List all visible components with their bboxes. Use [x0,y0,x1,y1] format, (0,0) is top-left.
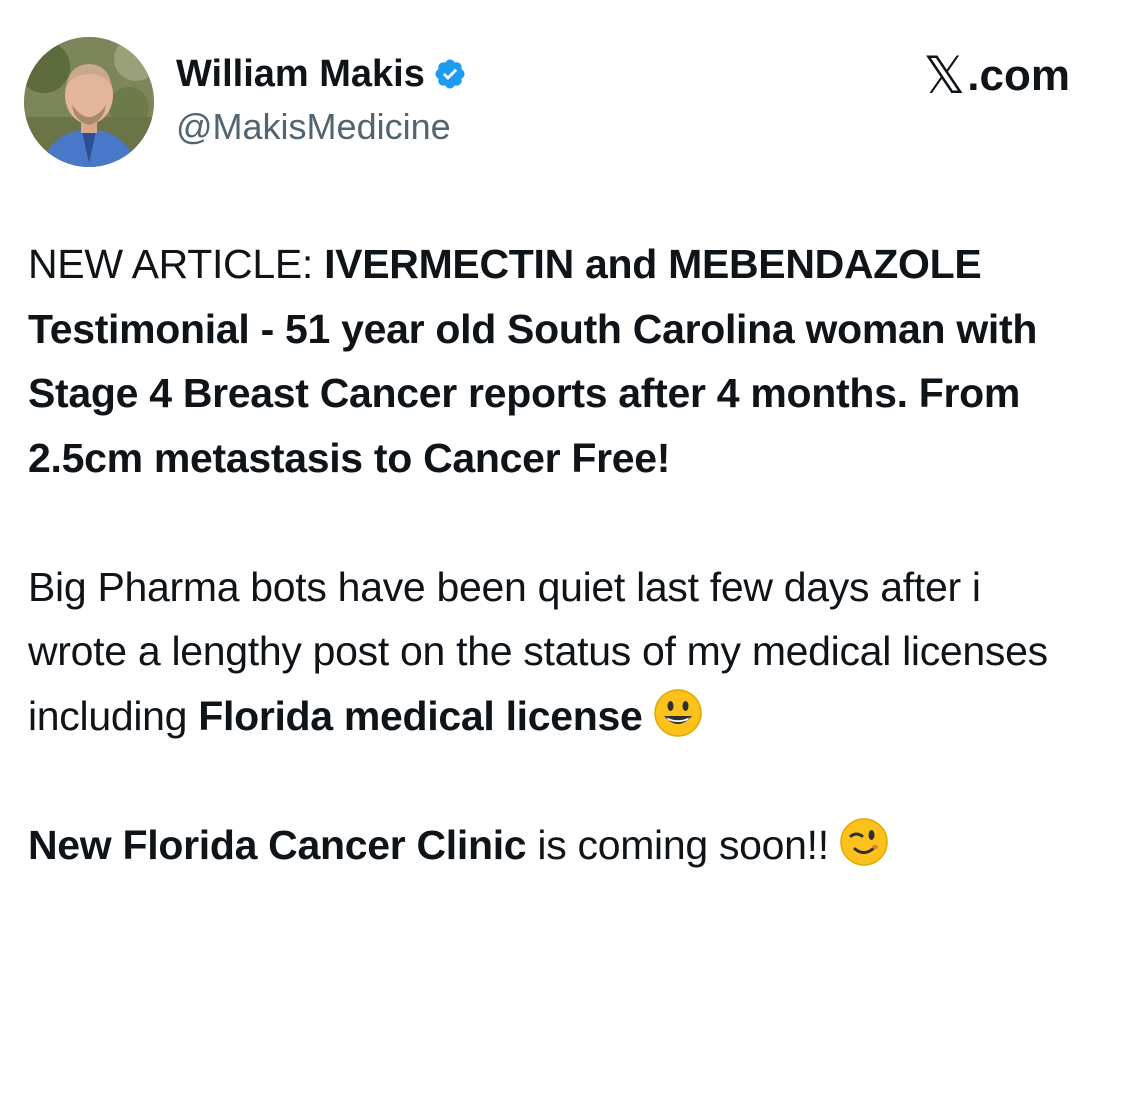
post-body: NEW ARTICLE: IVERMECTIN and MEBENDAZOLE … [28,232,1088,877]
site-logo-text: .com [967,51,1070,100]
paragraph-2-bold: Florida medical license [198,692,643,739]
author-handle[interactable]: @MakisMedicine [176,105,451,149]
paragraph-3-text: is coming soon!! [526,821,829,868]
smiley-face-icon [653,688,703,738]
author-name[interactable]: William Makis [176,52,425,96]
post-paragraph-2: Big Pharma bots have been quiet last few… [28,555,1088,749]
avatar[interactable] [24,37,154,167]
article-lead: NEW ARTICLE: [28,241,325,287]
paragraph-3-bold: New Florida Cancer Clinic [28,821,527,868]
post-paragraph-1: NEW ARTICLE: IVERMECTIN and MEBENDAZOLE … [28,232,1088,490]
avatar-photo [24,37,154,167]
verified-badge-icon [433,57,467,91]
author-row: William Makis [176,52,467,96]
winking-face-icon [839,817,889,867]
site-logo: 𝕏 .com [923,47,1070,105]
x-logo-icon: 𝕏 [923,47,966,105]
post-header: William Makis @MakisMedicine 𝕏 .com [0,0,1125,180]
post-paragraph-3: New Florida Cancer Clinic is coming soon… [28,813,1088,878]
